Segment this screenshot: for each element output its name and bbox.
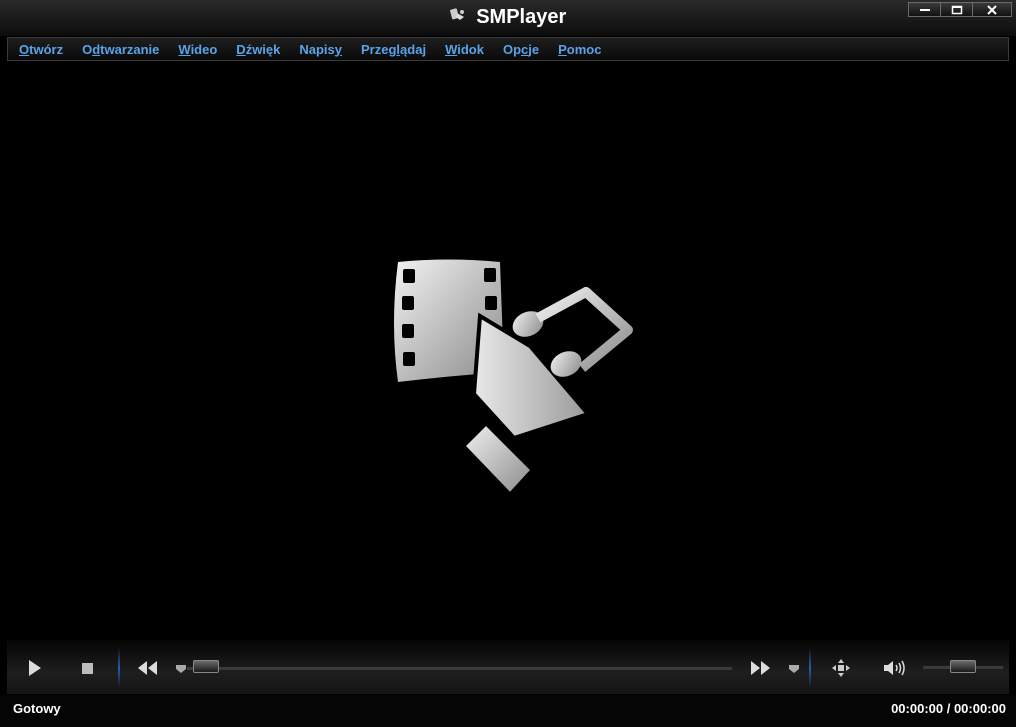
- stop-icon: [82, 663, 93, 674]
- seek-handle[interactable]: [193, 660, 219, 673]
- menu-item[interactable]: Przeglądaj: [361, 42, 426, 57]
- play-button[interactable]: [24, 658, 44, 678]
- mute-button[interactable]: [882, 658, 906, 678]
- close-icon: [987, 4, 997, 15]
- rewind-button[interactable]: [136, 658, 160, 678]
- window-title: SMPlayer: [476, 6, 567, 28]
- title-bar[interactable]: SMPlayer: [0, 0, 1016, 37]
- fullscreen-button[interactable]: [831, 658, 851, 678]
- video-area[interactable]: [7, 62, 1009, 640]
- separator: [118, 648, 120, 688]
- minimize-icon: [919, 8, 930, 11]
- menu-item[interactable]: Opcje: [503, 42, 539, 57]
- menu-item[interactable]: Pomoc: [558, 42, 601, 57]
- forward-icon: [751, 661, 770, 675]
- rewind-icon: [138, 661, 157, 675]
- time-display: 00:00:00 / 00:00:00: [891, 701, 1006, 716]
- volume-icon: [884, 660, 905, 676]
- volume-handle[interactable]: [950, 660, 976, 673]
- smplayer-logo-icon: [449, 8, 466, 27]
- play-icon: [29, 660, 41, 676]
- menu-bar: Otwórz Odtwarzanie Wideo Dźwięk Napisy Przegl…: [7, 37, 1009, 61]
- separator: [809, 648, 811, 688]
- seek-marker-left-icon: [175, 658, 187, 678]
- forward-button[interactable]: [748, 658, 772, 678]
- status-text: Gotowy: [13, 701, 61, 716]
- smplayer-splash-logo: [394, 259, 633, 497]
- seek-bar[interactable]: [187, 666, 732, 670]
- stop-button[interactable]: [77, 658, 97, 678]
- menu-item[interactable]: Napisy: [299, 42, 342, 57]
- seek-marker-right-icon: [788, 658, 800, 678]
- control-bar: [7, 640, 1009, 694]
- fullscreen-icon: [832, 659, 850, 677]
- maximize-icon: [951, 5, 962, 14]
- menu-item[interactable]: Odtwarzanie: [82, 42, 159, 57]
- status-bar: Gotowy 00:00:00 / 00:00:00: [0, 695, 1016, 727]
- menu-item[interactable]: Dźwięk: [236, 42, 280, 57]
- smplayer-window: SMPlayer Otwórz Odtwarzanie Wideo Dźwięk Nap…: [0, 0, 1016, 727]
- menu-item[interactable]: Wideo: [178, 42, 217, 57]
- menu-item[interactable]: Otwórz: [19, 42, 63, 57]
- window-controls: [908, 2, 1012, 18]
- minimize-button[interactable]: [908, 2, 941, 17]
- maximize-button[interactable]: [940, 2, 973, 17]
- close-button[interactable]: [972, 2, 1012, 17]
- menu-item[interactable]: Widok: [445, 42, 484, 57]
